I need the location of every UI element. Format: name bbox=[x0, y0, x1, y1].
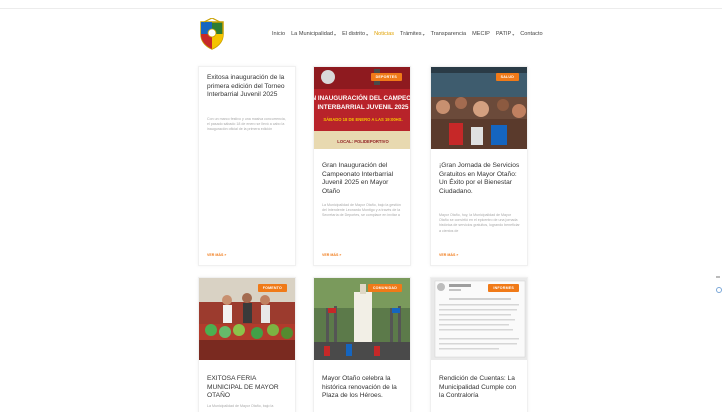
main-navigation: Inicio La Municipalidad ▾ El distrito ▾ Notic… bbox=[272, 31, 543, 37]
nav-item-contacto[interactable]: Contacto bbox=[520, 31, 542, 37]
category-badge[interactable]: DEPORTES bbox=[370, 73, 402, 81]
news-excerpt: Mayor Otaño, hoy, la Municipalidad de Ma… bbox=[439, 213, 520, 233]
nav-item-la-municipalidad[interactable]: La Municipalidad ▾ bbox=[291, 31, 336, 37]
category-badge[interactable]: FOMENTO bbox=[257, 284, 287, 292]
nav-item-label: Contacto bbox=[520, 31, 543, 37]
nav-item-label: Transparencia bbox=[430, 31, 467, 37]
chevron-down-icon: ▾ bbox=[422, 31, 425, 37]
read-more-link[interactable]: VER MÁS » bbox=[322, 253, 341, 257]
news-excerpt: Con un marco festivo y una masiva concur… bbox=[207, 117, 286, 132]
read-more-link[interactable]: VER MÁS » bbox=[439, 253, 458, 257]
nav-item-label: Noticias bbox=[374, 31, 394, 37]
category-badge[interactable]: COMUNIDAD bbox=[367, 284, 402, 292]
news-card[interactable]: Exitosa inauguración de la primera edici… bbox=[198, 66, 296, 266]
chevron-down-icon: ▾ bbox=[512, 31, 515, 37]
news-title[interactable]: Gran Inauguración del Campeonato Interba… bbox=[322, 162, 406, 196]
chevron-down-icon: ▾ bbox=[366, 31, 369, 37]
image-date-line: SÁBADO 18 DE ENERO A LAS 19:00HS. bbox=[323, 117, 402, 122]
side-widgets bbox=[716, 276, 722, 293]
nav-item-label: PATIP bbox=[495, 31, 512, 37]
nav-item-el-distrito[interactable]: El distrito ▾ bbox=[342, 31, 368, 37]
nav-item-label: MECIP bbox=[472, 31, 490, 37]
accessibility-icon[interactable] bbox=[716, 287, 722, 293]
nav-item-mecip[interactable]: MECIP bbox=[472, 31, 490, 37]
news-card[interactable]: FOMENTO EXITOSA FERIA MUNICIPAL DE MAYOR… bbox=[198, 277, 296, 412]
site-header: Inicio La Municipalidad ▾ El distrito ▾ Notic… bbox=[0, 0, 722, 66]
municipality-logo[interactable] bbox=[198, 17, 226, 50]
news-excerpt: La Municipalidad de Mayor Otaño, bajo la bbox=[207, 404, 274, 408]
news-excerpt: La Municipalidad de Mayor Otaño, bajo la… bbox=[322, 203, 401, 218]
news-title[interactable]: Mayor Otaño celebra la histórica renovac… bbox=[322, 375, 406, 401]
image-heading-line-1: GRAN INAUGURACIÓN DEL CAMPEONATO bbox=[314, 93, 411, 102]
news-card[interactable]: COMUNIDAD Mayor Otaño celebra la históri… bbox=[313, 277, 411, 412]
category-badge[interactable]: INFORMES bbox=[488, 284, 519, 292]
nav-item-label: El distrito bbox=[342, 31, 366, 37]
image-location-line: LOCAL: POLIDEPORTIVO bbox=[337, 139, 389, 144]
nav-item-inicio[interactable]: Inicio bbox=[272, 31, 285, 37]
scroll-marker-icon bbox=[716, 276, 720, 278]
nav-item-label: Inicio bbox=[272, 31, 286, 37]
category-badge[interactable]: SALUD bbox=[495, 73, 519, 81]
nav-item-label: Trámites bbox=[400, 31, 422, 37]
news-title[interactable]: EXITOSA FERIA MUNICIPAL DE MAYOR OTAÑO bbox=[207, 375, 291, 401]
read-more-link[interactable]: VER MÁS » bbox=[207, 253, 226, 257]
nav-item-label: La Municipalidad bbox=[291, 31, 334, 37]
chevron-down-icon: ▾ bbox=[334, 31, 337, 37]
nav-item-transparencia[interactable]: Transparencia bbox=[431, 31, 467, 37]
nav-item-trámites[interactable]: Trámites ▾ bbox=[400, 31, 425, 37]
news-card[interactable]: SALUD ¡Gran Jornada de Servicios Gratuit… bbox=[430, 66, 528, 266]
news-title[interactable]: Exitosa inauguración de la primera edici… bbox=[207, 74, 291, 100]
nav-item-patip[interactable]: PATIP ▾ bbox=[496, 31, 514, 37]
nav-item-noticias[interactable]: Noticias bbox=[374, 31, 394, 37]
news-card[interactable]: INFORMES Rendición de Cuentas: La Munici… bbox=[430, 277, 528, 412]
news-title[interactable]: ¡Gran Jornada de Servicios Gratuitos en … bbox=[439, 162, 523, 196]
news-title[interactable]: Rendición de Cuentas: La Municipalidad C… bbox=[439, 375, 523, 401]
image-heading-line-2: INTERBARRIAL JUVENIL 2025 bbox=[317, 104, 409, 111]
news-card[interactable]: GRAN INAUGURACIÓN DEL CAMPEONATO INTERBA… bbox=[313, 66, 411, 266]
